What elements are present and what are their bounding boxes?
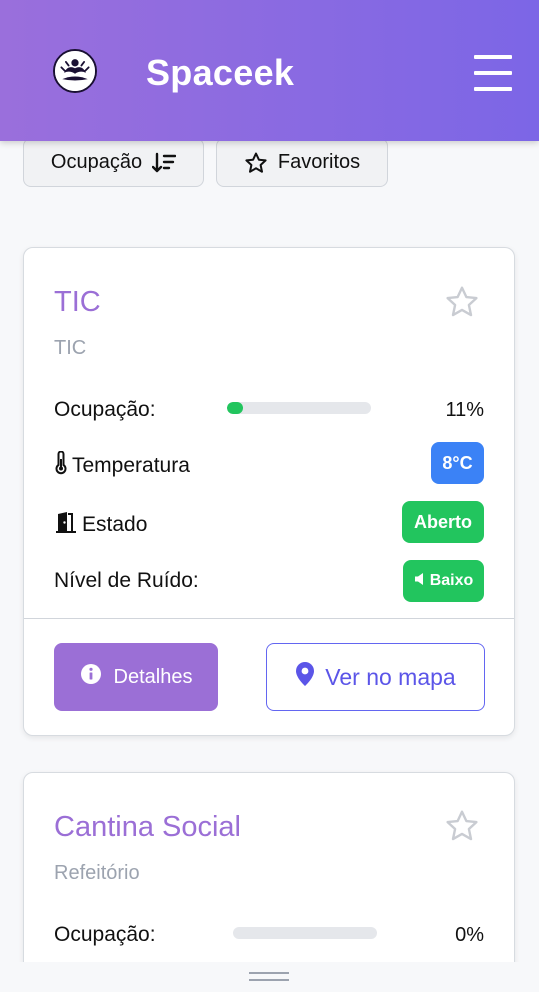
state-row: Estado: [54, 510, 147, 540]
meditation-logo-icon[interactable]: [53, 49, 97, 93]
state-label: Estado: [82, 513, 148, 536]
details-button[interactable]: Detalhes: [54, 643, 218, 711]
occupancy-label: Ocupação:: [54, 398, 156, 421]
hamburger-menu-icon[interactable]: [474, 55, 512, 91]
space-title[interactable]: TIC: [54, 286, 101, 319]
occupancy-percent: 11%: [445, 399, 484, 421]
space-card: Cantina Social Refeitório Ocupação: 0%: [23, 772, 515, 992]
view-on-map-label: Ver no mapa: [325, 663, 456, 690]
sort-descending-icon: [152, 152, 177, 174]
favorite-star-icon[interactable]: [444, 284, 480, 320]
noise-badge: Baixo: [403, 560, 484, 602]
door-open-icon: [54, 510, 78, 540]
info-circle-icon: [80, 663, 102, 691]
details-label: Detalhes: [113, 665, 193, 688]
noise-value: Baixo: [429, 572, 474, 589]
speaker-low-icon: [414, 572, 426, 591]
favorite-star-icon[interactable]: [444, 808, 480, 844]
noise-label: Nível de Ruído:: [54, 569, 199, 592]
app-header: Spaceek: [0, 0, 539, 141]
space-card: TIC TIC Ocupação: 11% Temperatura 8°C Es…: [23, 247, 515, 736]
space-title[interactable]: Cantina Social: [54, 811, 241, 844]
space-subtitle: TIC: [54, 337, 87, 359]
favorites-filter-button[interactable]: Favoritos: [216, 138, 388, 187]
occupancy-percent: 0%: [455, 924, 484, 946]
card-divider: [24, 618, 514, 619]
sort-occupancy-button[interactable]: Ocupação: [23, 138, 204, 187]
sort-occupancy-label: Ocupação: [50, 151, 143, 173]
drag-handle-line[interactable]: [249, 972, 289, 974]
bottom-handle-bar: [0, 962, 539, 992]
state-badge: Aberto: [402, 501, 484, 543]
temperature-row: Temperatura: [54, 450, 190, 481]
star-outline-icon: [244, 151, 268, 175]
thermometer-icon: [54, 450, 68, 481]
space-subtitle: Refeitório: [54, 862, 140, 884]
drag-handle-line[interactable]: [249, 979, 289, 981]
temperature-badge: 8°C: [431, 442, 484, 484]
occupancy-bar: [227, 402, 371, 414]
occupancy-bar: [233, 927, 377, 939]
app-brand: Spaceek: [146, 52, 295, 93]
favorites-filter-label: Favoritos: [277, 151, 361, 173]
view-on-map-button[interactable]: Ver no mapa: [266, 643, 485, 711]
temperature-label: Temperatura: [72, 454, 190, 477]
occupancy-label: Ocupação:: [54, 923, 156, 946]
map-pin-icon: [295, 661, 315, 693]
occupancy-bar-fill: [227, 402, 243, 414]
